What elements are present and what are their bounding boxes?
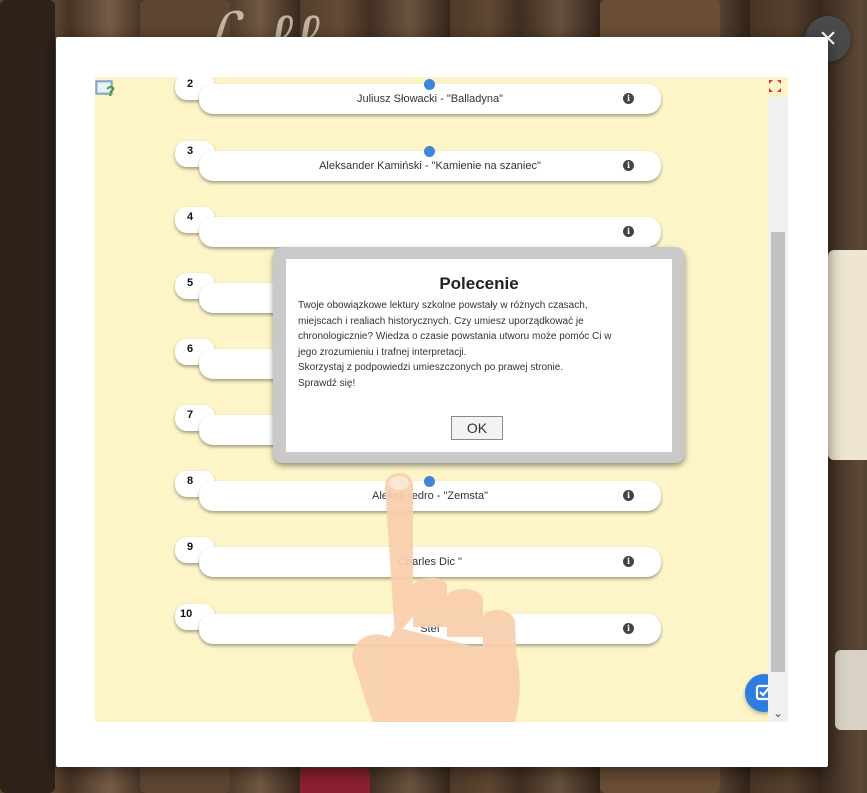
rows-list: ? 2 Juliusz Słowacki - "Balladyna" i 3 A…	[95, 77, 783, 722]
instruction-dialog-content: Polecenie Twoje obowiązkowe lektury szko…	[286, 259, 672, 452]
info-icon[interactable]: i	[623, 226, 634, 237]
modal-window: ? 2 Juliusz Słowacki - "Balladyna" i 3 A…	[56, 37, 828, 767]
drag-handle[interactable]	[424, 146, 435, 157]
scroll-down-icon[interactable]: ⌄	[771, 706, 785, 720]
list-item[interactable]: 2 Juliusz Słowacki - "Balladyna" i	[175, 77, 697, 144]
svg-text:?: ?	[106, 83, 115, 99]
drag-handle[interactable]	[424, 79, 435, 90]
exercise-stage: ? 2 Juliusz Słowacki - "Balladyna" i 3 A…	[95, 77, 788, 722]
scrollbar-thumb[interactable]	[771, 232, 785, 672]
info-icon[interactable]: i	[623, 490, 634, 501]
help-question-icon[interactable]: ?	[95, 77, 117, 100]
info-icon[interactable]: i	[623, 623, 634, 634]
instruction-dialog: Polecenie Twoje obowiązkowe lektury szko…	[273, 247, 685, 463]
dialog-body: Twoje obowiązkowe lektury szkolne powsta…	[298, 300, 612, 389]
ok-button[interactable]: OK	[451, 416, 503, 440]
book-card[interactable]	[199, 217, 661, 247]
list-item[interactable]: 3 Aleksander Kamiński - "Kamienie na sza…	[175, 141, 697, 211]
info-icon[interactable]: i	[623, 160, 634, 171]
pointing-hand-icon	[335, 467, 565, 722]
info-icon[interactable]: i	[623, 93, 634, 104]
info-icon[interactable]: i	[623, 556, 634, 567]
dialog-title: Polecenie	[439, 274, 519, 293]
expand-icon[interactable]	[768, 79, 782, 93]
